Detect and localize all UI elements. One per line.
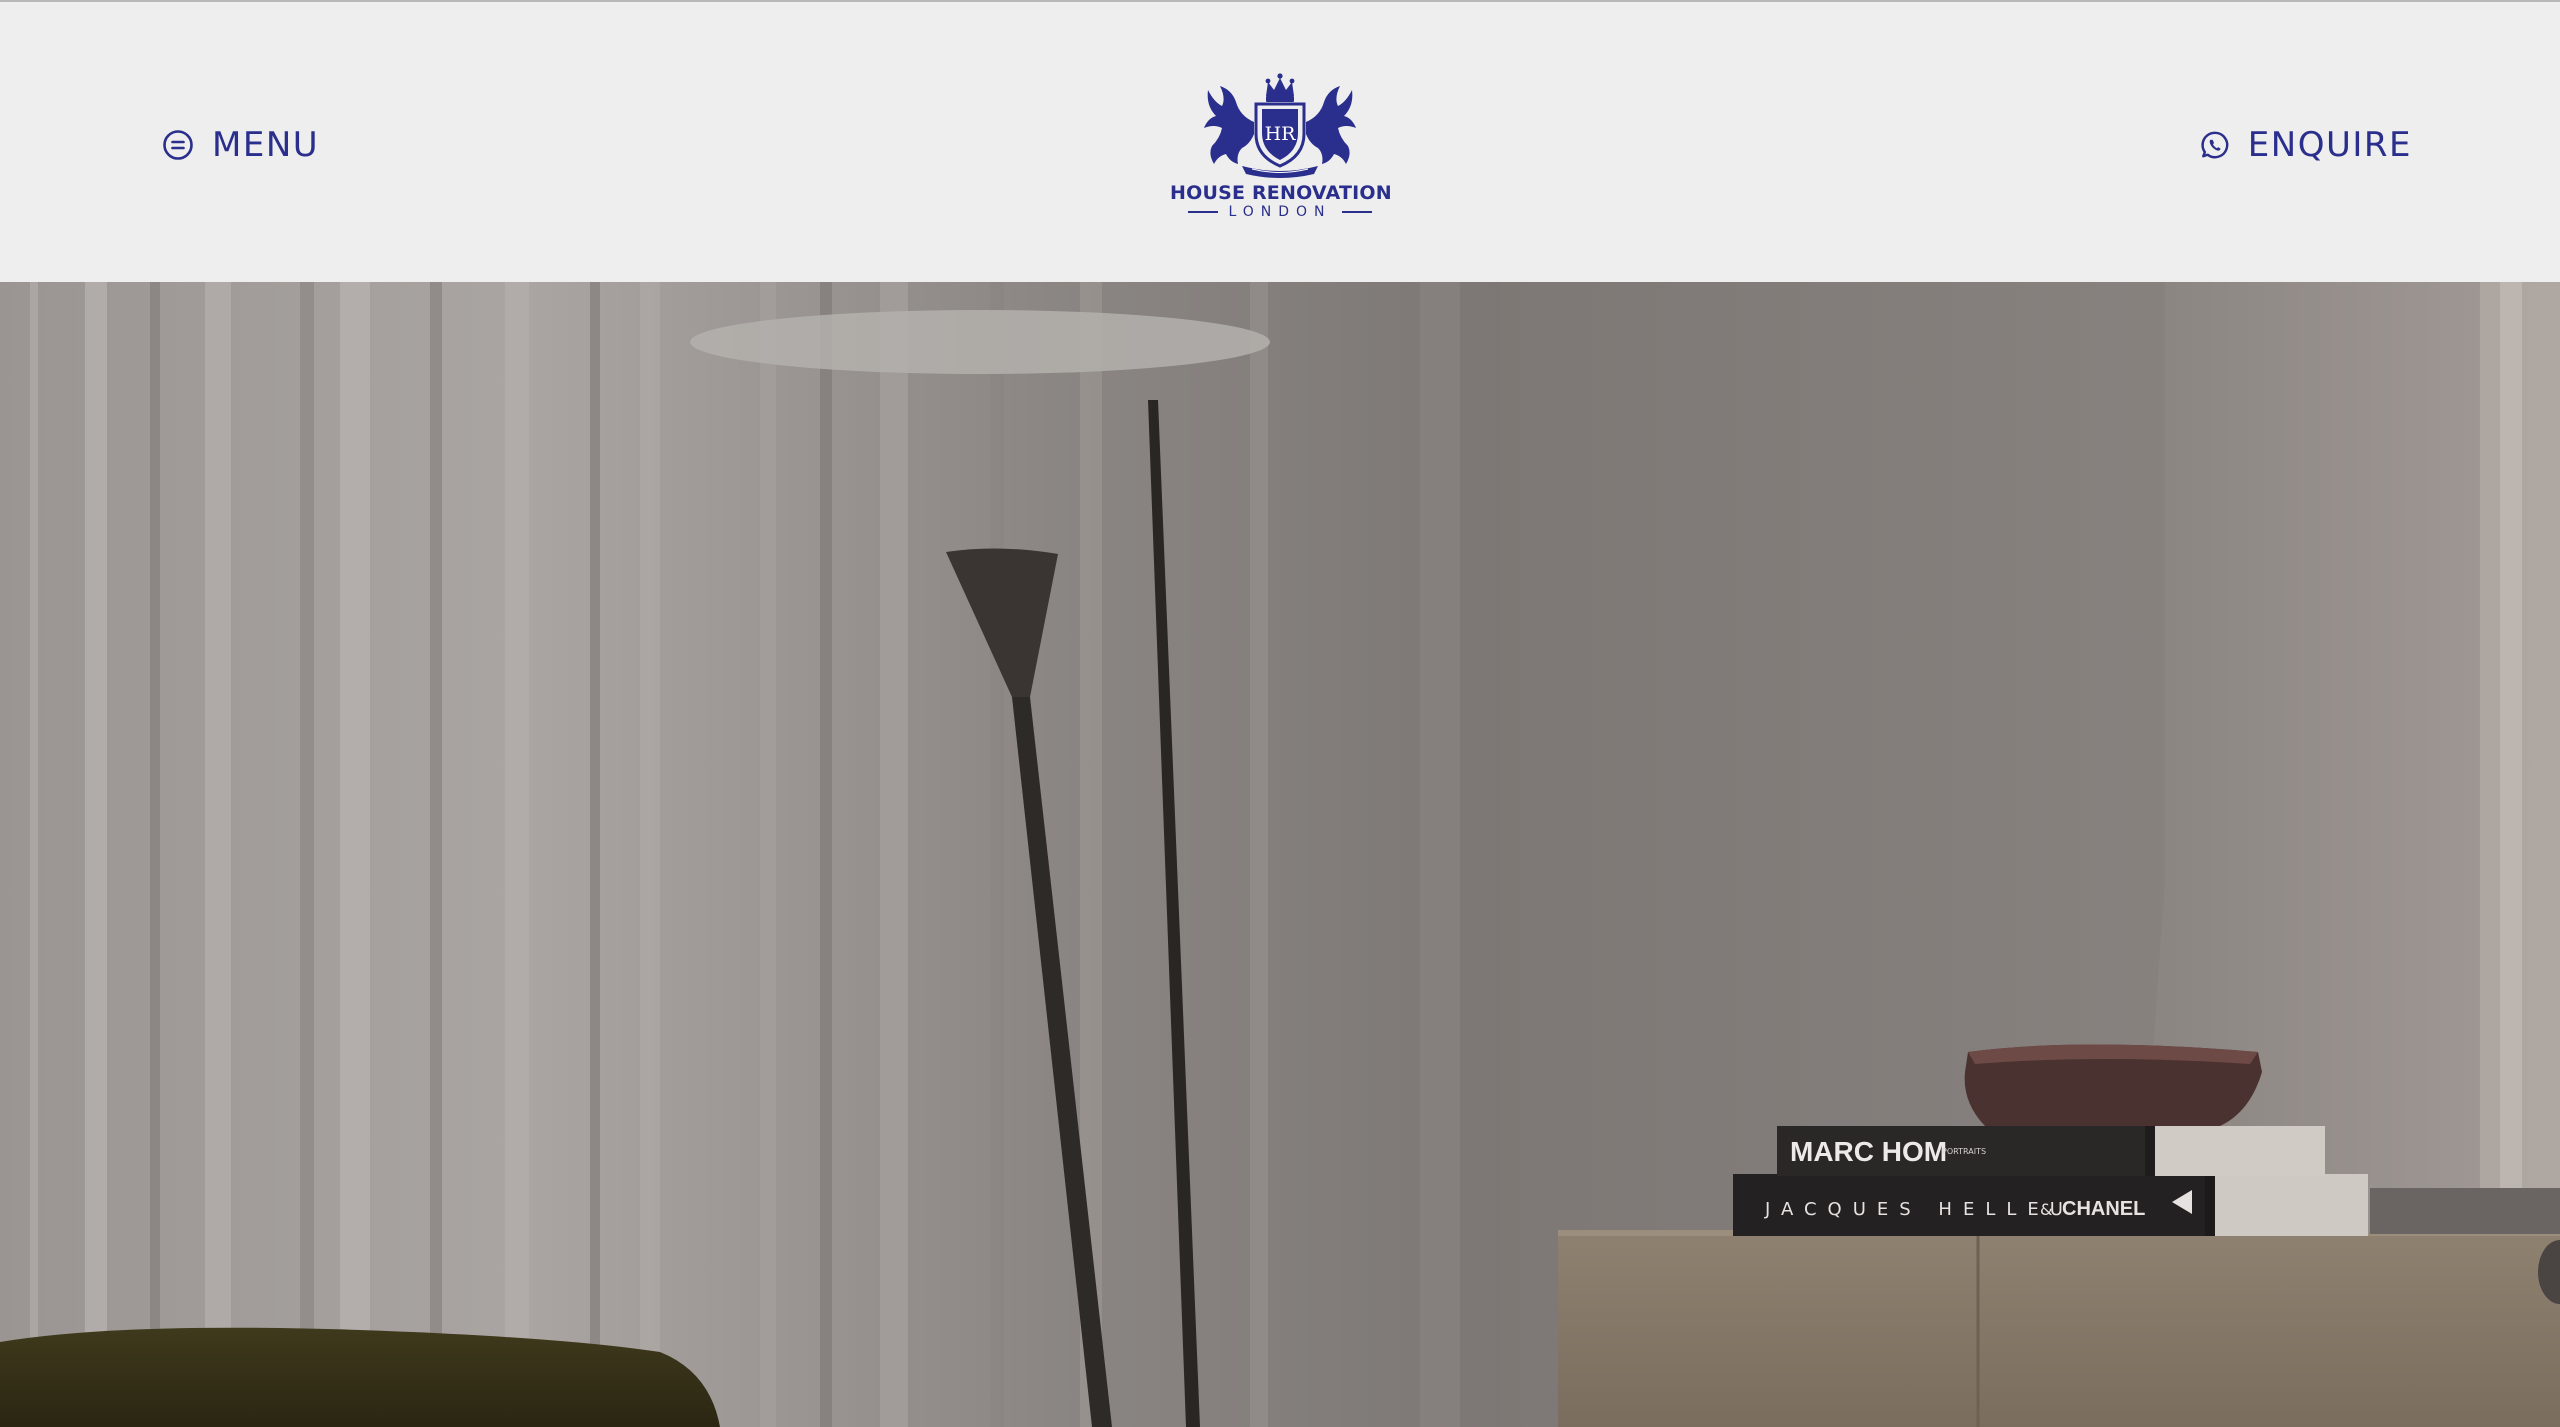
menu-icon <box>162 129 194 161</box>
crest-icon: HR <box>1204 73 1356 178</box>
menu-label: MENU <box>212 125 320 165</box>
enquire-label: ENQUIRE <box>2247 125 2412 165</box>
site-header: MENU HR HOUSE RENOVATION LONDON ENQUIRE <box>0 2 2560 282</box>
book-bottom-amp: & <box>2040 1200 2052 1219</box>
enquire-button[interactable]: ENQUIRE <box>2200 120 2412 170</box>
logo[interactable]: HR HOUSE RENOVATION LONDON <box>1170 72 1392 232</box>
logo-monogram: HR <box>1265 123 1297 145</box>
book-bottom-brand: CHANEL <box>2062 1198 2145 1220</box>
logo-name: HOUSE RENOVATION <box>1170 182 1392 204</box>
logo-rule-left <box>1188 211 1219 213</box>
menu-button[interactable]: MENU <box>162 120 319 170</box>
book-top-title: MARC HOM <box>1790 1136 1947 1167</box>
logo-rule-right <box>1341 211 1372 213</box>
page: MENU HR HOUSE RENOVATION LONDON ENQUIRE … <box>0 0 2560 1427</box>
book-top-subtitle: PORTRAITS <box>1942 1147 1986 1156</box>
logo-subtitle-row: LONDON <box>1170 204 1390 220</box>
hero-image: JACQUES HELLEU & CHANEL MARC HOM PORTRAI… <box>0 282 2560 1427</box>
book-bottom-title: JACQUES HELLEU <box>1764 1199 2074 1220</box>
whatsapp-icon <box>2200 130 2230 160</box>
logo-subtitle: LONDON <box>1228 204 1332 220</box>
hero-interior-photo: JACQUES HELLEU & CHANEL MARC HOM PORTRAI… <box>0 282 2560 1427</box>
